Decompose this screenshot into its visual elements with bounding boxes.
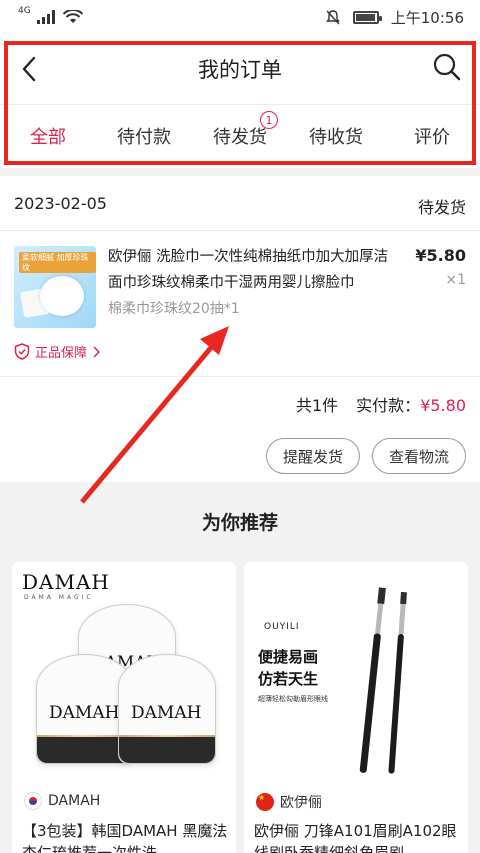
recommend-image[interactable]: OUYILI 便捷易画 仿若天生 超薄轻松勾勒眉形眼线 (244, 562, 468, 782)
brand-row: 欧伊俪 (256, 792, 322, 812)
tab-label: 评价 (414, 126, 450, 148)
product-bag-graphic: DAMAH (118, 654, 216, 764)
paid-label: 实付款： (356, 396, 421, 415)
network-type: 4G (18, 6, 31, 16)
paid-row: 实付款：¥5.80 (356, 392, 466, 416)
brand-row: DAMAH (24, 792, 100, 810)
bag-logo: DAMAH (49, 703, 120, 723)
back-button[interactable] (16, 54, 42, 84)
page-title: 我的订单 (198, 58, 282, 82)
mute-bell-icon (325, 10, 340, 25)
product-price: ¥5.80 (415, 246, 466, 265)
brand-logo: DAMAH (22, 570, 110, 594)
tab-label: 待付款 (117, 126, 171, 148)
tab-label: 待发货 (213, 126, 267, 148)
brand-name: DAMAH (48, 793, 101, 809)
chevron-right-icon (93, 345, 101, 358)
korea-flag-icon (24, 792, 42, 810)
recommend-product-name[interactable]: 欧伊俪 刀锋A101眉刷A102眼线刷卧蚕精细斜角眉刷 (254, 820, 462, 853)
tab-pending-shipment[interactable]: 待发货 1 (192, 105, 288, 166)
china-flag-icon (256, 793, 274, 811)
recommend-image[interactable]: DAMAH DAMA MAGIC DAMAH DAMAH DAMAH (12, 562, 236, 782)
back-arrow-icon (22, 56, 36, 82)
shield-check-icon (14, 343, 30, 360)
battery-icon (352, 10, 382, 24)
order-head: 2023-02-05 待发货 (14, 194, 466, 218)
tab-pending-receipt[interactable]: 待收货 (288, 105, 384, 166)
count-badge: 1 (260, 111, 278, 129)
search-icon (433, 53, 461, 81)
bag-logo: DAMAH (131, 703, 202, 723)
divider (0, 376, 480, 377)
order-card[interactable]: 2023-02-05 待发货 柔软细腻 加厚珍珠纹 欧伊俪 洗脸巾一次性纯棉抽纸… (0, 176, 480, 482)
order-header: 我的订单 全部 待付款 待发货 1 待收货 评价 (0, 34, 480, 168)
remind-shipment-button[interactable]: 提醒发货 (265, 438, 360, 474)
order-status: 待发货 (417, 198, 466, 217)
product-name[interactable]: 欧伊俪 洗脸巾一次性纯棉抽纸巾加大加厚洁面巾珍珠纹棉柔巾干湿两用婴儿擦脸巾 (108, 244, 402, 296)
recommend-card[interactable]: DAMAH DAMA MAGIC DAMAH DAMAH DAMAH DAMAH… (12, 562, 236, 853)
tab-review[interactable]: 评价 (384, 105, 480, 166)
product-quantity: ×1 (445, 272, 466, 288)
status-left: 4G (18, 6, 83, 24)
search-button[interactable] (432, 52, 462, 82)
product-image-tag: 柔软细腻 加厚珍珠纹 (19, 252, 96, 274)
paid-amount: ¥5.80 (420, 396, 466, 415)
item-count: 共1件 (295, 396, 339, 415)
divider (0, 230, 480, 231)
towel-roll-graphic (40, 276, 84, 316)
guarantee-label: 正品保障 (35, 346, 88, 361)
view-logistics-button[interactable]: 查看物流 (371, 438, 466, 474)
status-bar: 4G 上午10:56 (0, 0, 480, 34)
title-bar: 我的订单 (0, 34, 480, 102)
guarantee-link[interactable]: 正品保障 (14, 342, 101, 361)
recommend-title: 为你推荐 (201, 512, 278, 534)
tab-pending-payment[interactable]: 待付款 (96, 105, 192, 166)
signal-icon (36, 10, 55, 24)
wifi-icon (62, 10, 83, 23)
status-right: 上午10:56 (325, 7, 464, 28)
brand-logo-sub: DAMA MAGIC (24, 594, 94, 601)
tab-label: 待收货 (309, 126, 363, 148)
order-date: 2023-02-05 (14, 194, 107, 213)
product-spec: 棉柔巾珍珠纹20抽*1 (108, 301, 240, 317)
recommend-product-name[interactable]: 【3包装】韩国DAMAH 黑魔法杏仁琉推荐一次性洗 (22, 820, 230, 853)
recommend-card[interactable]: OUYILI 便捷易画 仿若天生 超薄轻松勾勒眉形眼线 欧伊俪 欧伊俪 刀锋A1… (244, 562, 468, 853)
clock: 上午10:56 (390, 8, 464, 27)
product-image[interactable]: 柔软细腻 加厚珍珠纹 (14, 246, 96, 328)
brand-name: 欧伊俪 (280, 795, 322, 811)
order-actions: 提醒发货 查看物流 (265, 438, 466, 474)
tab-label: 全部 (30, 126, 66, 148)
brush-graphic (359, 587, 407, 774)
tab-all[interactable]: 全部 (0, 105, 96, 166)
order-tabs: 全部 待付款 待发货 1 待收货 评价 (0, 104, 480, 166)
order-totals: 共1件 实付款：¥5.80 (296, 392, 466, 416)
